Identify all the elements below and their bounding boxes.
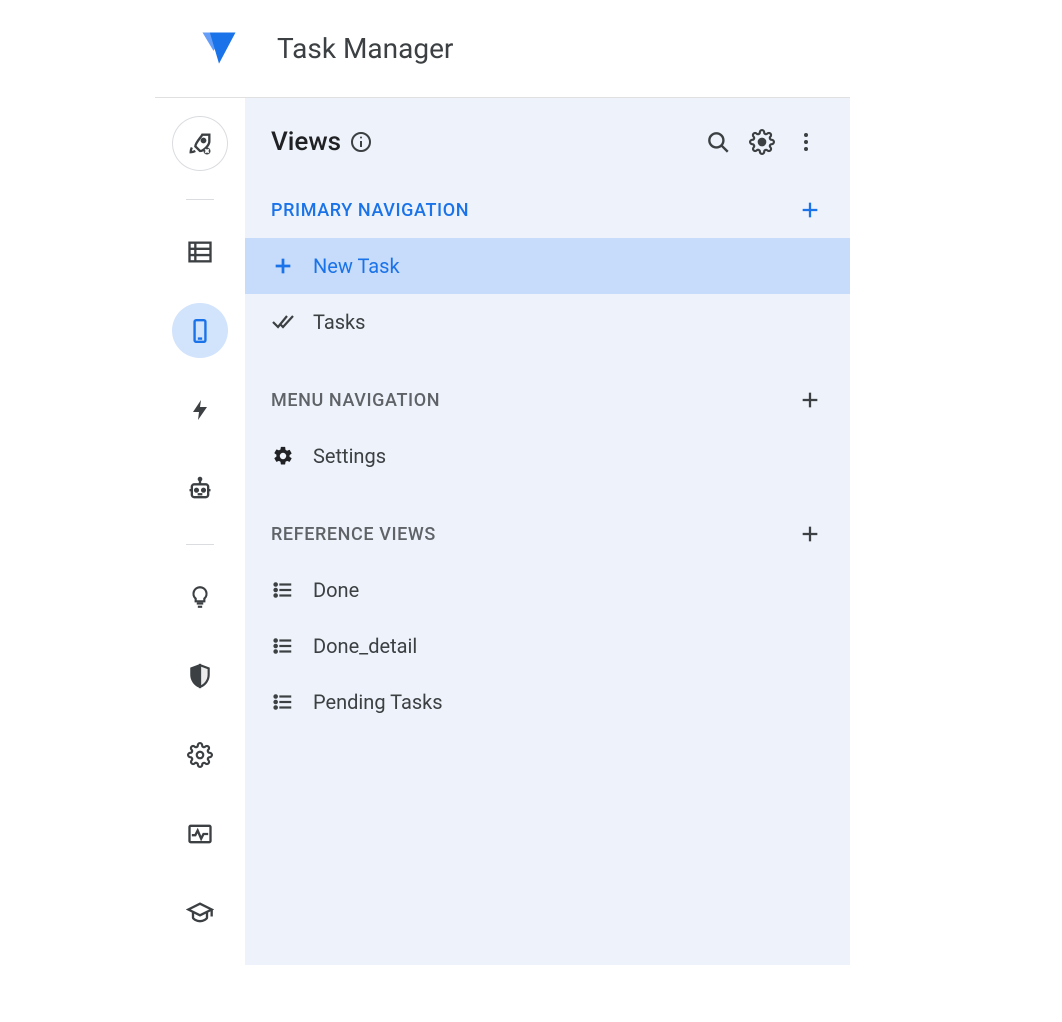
- nav-item-done-detail[interactable]: Done_detail: [245, 618, 850, 674]
- more-vert-icon: [794, 130, 818, 154]
- section-label-reference: REFERENCE VIEWS: [271, 524, 436, 545]
- rail-settings-button[interactable]: [172, 728, 228, 783]
- gear-icon: [187, 742, 213, 768]
- section-header-reference: REFERENCE VIEWS: [245, 498, 850, 562]
- phone-icon: [187, 318, 213, 344]
- nav-item-label: Done_detail: [313, 634, 417, 658]
- search-button[interactable]: [696, 120, 740, 164]
- nav-item-settings[interactable]: Settings: [245, 428, 850, 484]
- double-check-icon: [271, 310, 295, 334]
- nav-item-tasks[interactable]: Tasks: [245, 294, 850, 350]
- gear-icon: [271, 444, 295, 468]
- list-icon: [271, 690, 295, 714]
- rail-intelligence-button[interactable]: [172, 569, 228, 624]
- nav-item-label: Settings: [313, 444, 386, 468]
- info-icon[interactable]: [349, 130, 373, 154]
- nav-item-label: New Task: [313, 254, 400, 278]
- section-label-primary: PRIMARY NAVIGATION: [271, 200, 469, 221]
- graduation-cap-icon: [186, 899, 214, 927]
- rail-actions-button[interactable]: [172, 382, 228, 437]
- panel-more-button[interactable]: [784, 120, 828, 164]
- rail-views-button[interactable]: [172, 303, 228, 358]
- nav-item-label: Done: [313, 578, 359, 602]
- icon-rail: [155, 98, 245, 965]
- plus-icon: [799, 389, 821, 411]
- plus-icon: [799, 199, 821, 221]
- nav-item-label: Pending Tasks: [313, 690, 443, 714]
- nav-item-label: Tasks: [313, 310, 366, 334]
- list-icon: [271, 634, 295, 658]
- activity-icon: [186, 820, 214, 848]
- app-logo: [195, 25, 243, 73]
- app-title: Task Manager: [277, 32, 453, 65]
- robot-icon: [186, 475, 214, 503]
- nav-item-done[interactable]: Done: [245, 562, 850, 618]
- views-panel: Views: [245, 98, 850, 965]
- section-header-primary: PRIMARY NAVIGATION: [245, 174, 850, 238]
- section-header-menu: MENU NAVIGATION: [245, 364, 850, 428]
- plus-icon: [799, 523, 821, 545]
- nav-item-pending-tasks[interactable]: Pending Tasks: [245, 674, 850, 730]
- rail-data-button[interactable]: [172, 224, 228, 279]
- rail-separator: [186, 199, 214, 200]
- panel-header: Views: [245, 98, 850, 174]
- list-icon: [271, 578, 295, 602]
- plus-icon: [271, 254, 295, 278]
- topbar: Task Manager: [155, 0, 850, 98]
- gear-icon: [749, 129, 775, 155]
- table-icon: [186, 238, 214, 266]
- rail-monitor-button[interactable]: [172, 807, 228, 862]
- rail-education-button[interactable]: [172, 886, 228, 941]
- add-primary-button[interactable]: [792, 192, 828, 228]
- panel-settings-button[interactable]: [740, 120, 784, 164]
- rocket-icon: [186, 130, 214, 158]
- nav-item-new-task[interactable]: New Task: [245, 238, 850, 294]
- rail-security-button[interactable]: [172, 649, 228, 704]
- add-menu-button[interactable]: [792, 382, 828, 418]
- search-icon: [705, 129, 731, 155]
- add-reference-button[interactable]: [792, 516, 828, 552]
- rail-rocket-button[interactable]: [172, 116, 228, 171]
- rail-automation-button[interactable]: [172, 461, 228, 516]
- rail-separator: [186, 544, 214, 545]
- shield-icon: [187, 663, 213, 689]
- section-label-menu: MENU NAVIGATION: [271, 390, 440, 411]
- lightbulb-icon: [187, 584, 213, 610]
- panel-title: Views: [271, 127, 341, 157]
- lightning-icon: [188, 398, 212, 422]
